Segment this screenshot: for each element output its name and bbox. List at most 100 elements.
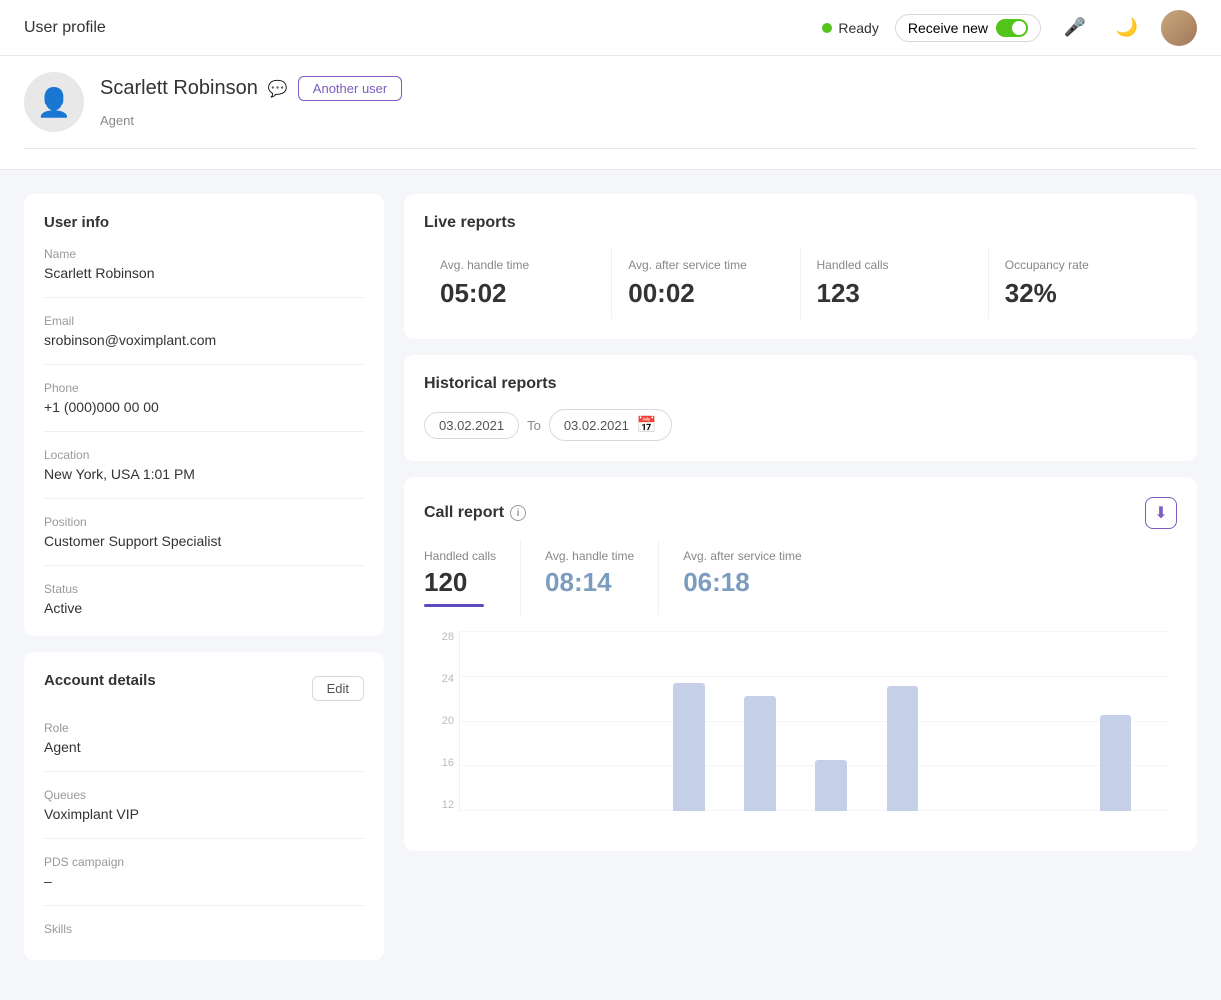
info-icon[interactable]: i	[510, 505, 526, 521]
edit-button[interactable]: Edit	[312, 676, 364, 701]
receive-new-toggle[interactable]	[996, 19, 1028, 37]
ready-dot	[822, 23, 832, 33]
metric-avg-after-value: 06:18	[683, 567, 802, 598]
account-details-header: Account details Edit	[44, 672, 364, 705]
field-status-value: Active	[44, 600, 364, 616]
field-position: Position Customer Support Specialist	[44, 515, 364, 566]
field-role-value: Agent	[44, 739, 364, 755]
y-label-20: 20	[424, 715, 454, 727]
another-user-button[interactable]: Another user	[298, 76, 402, 101]
metric-avg-handle: Avg. handle time 08:14	[545, 541, 659, 615]
field-email-label: Email	[44, 314, 364, 328]
metric-handled-calls: Handled calls 120	[424, 541, 521, 615]
field-skills: Skills	[44, 922, 364, 936]
field-role-label: Role	[44, 721, 364, 735]
live-report-handle-time: Avg. handle time 05:02	[424, 248, 612, 319]
profile-avatar: 👤	[24, 72, 84, 132]
call-metrics: Handled calls 120 Avg. handle time 08:14…	[424, 541, 1177, 615]
ready-label: Ready	[838, 20, 878, 36]
profile-name-row: Scarlett Robinson 💬 Another user	[100, 76, 402, 101]
historical-reports-title: Historical reports	[424, 375, 1177, 393]
field-skills-label: Skills	[44, 922, 364, 936]
user-info-card: User info Name Scarlett Robinson Email s…	[24, 194, 384, 636]
page-title: User profile	[24, 19, 106, 37]
moon-button[interactable]: 🌙	[1109, 10, 1145, 46]
field-status-label: Status	[44, 582, 364, 596]
message-icon[interactable]: 💬	[268, 79, 288, 99]
call-report-title-row: Call report i	[424, 504, 526, 522]
user-icon: 👤	[37, 86, 72, 119]
chart-bar-18	[1100, 715, 1132, 811]
field-role: Role Agent	[44, 721, 364, 772]
top-bar: User profile Ready Receive new 🎤 🌙	[0, 0, 1221, 56]
account-details-title: Account details	[44, 672, 156, 689]
date-to-value: 03.02.2021	[564, 418, 629, 433]
chart-bar-12	[887, 686, 919, 811]
left-panel: User info Name Scarlett Robinson Email s…	[24, 194, 384, 976]
field-name: Name Scarlett Robinson	[44, 247, 364, 298]
field-name-label: Name	[44, 247, 364, 261]
handled-calls-label: Handled calls	[817, 258, 972, 272]
handle-time-label: Avg. handle time	[440, 258, 595, 272]
live-reports-title: Live reports	[424, 214, 1177, 232]
receive-new-label: Receive new	[908, 20, 988, 36]
metric-avg-handle-label: Avg. handle time	[545, 549, 634, 563]
field-phone: Phone +1 (000)000 00 00	[44, 381, 364, 432]
field-name-value: Scarlett Robinson	[44, 265, 364, 281]
chart-y-labels: 28 24 20 16 12	[424, 631, 454, 811]
field-queues: Queues Voximplant VIP	[44, 788, 364, 839]
user-info-title: User info	[44, 214, 364, 231]
mic-button[interactable]: 🎤	[1057, 10, 1093, 46]
date-to-label: To	[527, 418, 541, 433]
receive-new-button[interactable]: Receive new	[895, 14, 1041, 42]
occupancy-value: 32%	[1005, 278, 1161, 309]
y-label-28: 28	[424, 631, 454, 643]
field-position-value: Customer Support Specialist	[44, 533, 364, 549]
metric-avg-after-label: Avg. after service time	[683, 549, 802, 563]
live-reports-grid: Avg. handle time 05:02 Avg. after servic…	[424, 248, 1177, 319]
top-bar-right: Ready Receive new 🎤 🌙	[822, 10, 1197, 46]
profile-name-section: Scarlett Robinson 💬 Another user Agent	[100, 76, 402, 128]
field-location-label: Location	[44, 448, 364, 462]
metric-avg-after: Avg. after service time 06:18	[683, 541, 826, 615]
page-content: User info Name Scarlett Robinson Email s…	[0, 170, 1221, 1000]
account-details-card: Account details Edit Role Agent Queues V…	[24, 652, 384, 960]
handle-time-value: 05:02	[440, 278, 595, 309]
field-phone-value: +1 (000)000 00 00	[44, 399, 364, 415]
date-from-pill[interactable]: 03.02.2021	[424, 412, 519, 439]
profile-role: Agent	[100, 113, 134, 128]
y-label-24: 24	[424, 673, 454, 685]
occupancy-label: Occupancy rate	[1005, 258, 1161, 272]
metric-handled-label: Handled calls	[424, 549, 496, 563]
metric-avg-handle-value: 08:14	[545, 567, 634, 598]
call-report-title: Call report	[424, 504, 504, 522]
calendar-icon[interactable]: 📅	[637, 415, 657, 435]
call-report-header: Call report i ⬇	[424, 497, 1177, 529]
live-reports-card: Live reports Avg. handle time 05:02 Avg.…	[404, 194, 1197, 339]
after-service-label: Avg. after service time	[628, 258, 783, 272]
field-email-value: srobinson@voximplant.com	[44, 332, 364, 348]
status-ready: Ready	[822, 20, 878, 36]
field-phone-label: Phone	[44, 381, 364, 395]
profile-name: Scarlett Robinson	[100, 77, 258, 100]
after-service-value: 00:02	[628, 278, 783, 309]
live-report-after-service: Avg. after service time 00:02	[612, 248, 800, 319]
field-location: Location New York, USA 1:01 PM	[44, 448, 364, 499]
avatar[interactable]	[1161, 10, 1197, 46]
field-position-label: Position	[44, 515, 364, 529]
profile-header: 👤 Scarlett Robinson 💬 Another user Agent	[24, 72, 1197, 149]
avatar-image	[1161, 10, 1197, 46]
date-range: 03.02.2021 To 03.02.2021 📅	[424, 409, 1177, 441]
y-label-12: 12	[424, 799, 454, 811]
field-pds-label: PDS campaign	[44, 855, 364, 869]
field-pds-value: –	[44, 873, 364, 889]
right-panel: Live reports Avg. handle time 05:02 Avg.…	[404, 194, 1197, 976]
chart-area: 28 24 20 16 12	[424, 631, 1177, 831]
y-label-16: 16	[424, 757, 454, 769]
handled-calls-value: 123	[817, 278, 972, 309]
download-button[interactable]: ⬇	[1145, 497, 1177, 529]
chart-bar-10	[815, 760, 847, 811]
field-location-value: New York, USA 1:01 PM	[44, 466, 364, 482]
metric-underline	[424, 604, 484, 607]
date-to-pill[interactable]: 03.02.2021 📅	[549, 409, 672, 441]
